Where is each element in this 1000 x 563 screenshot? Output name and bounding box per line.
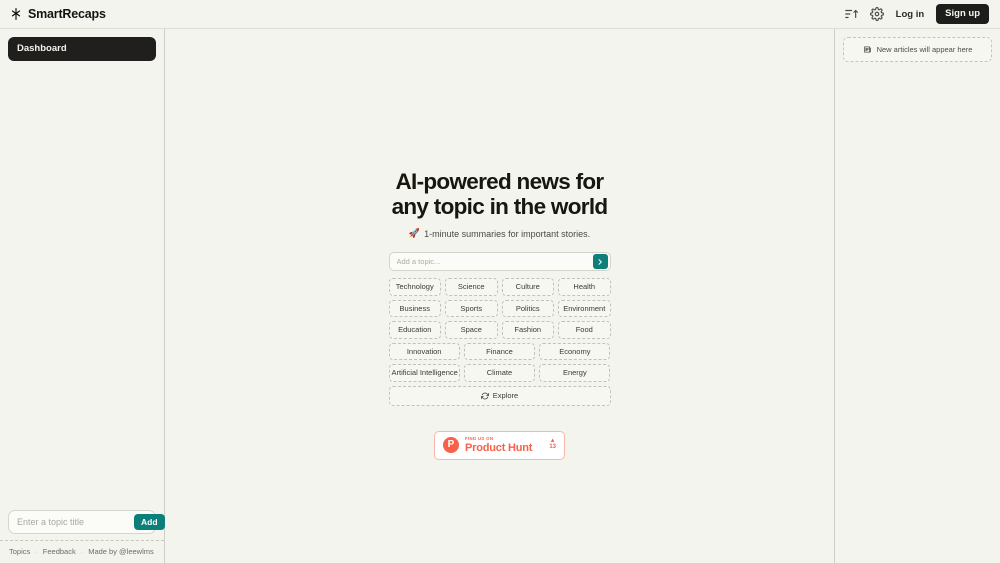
topic-chip[interactable]: Education: [388, 321, 441, 339]
chip-row: Technology Science Culture Health: [388, 278, 611, 296]
footer-link-topics[interactable]: Topics: [9, 547, 30, 556]
app-root: SmartRecaps Log in Sign up Dashboard Ent…: [0, 0, 1000, 563]
chevron-right-icon: [596, 258, 604, 266]
topic-search-field-group[interactable]: [388, 252, 611, 272]
footer-separator-2: ·: [80, 547, 84, 556]
app-body: Dashboard Add Topics · Feedback · Made b…: [0, 29, 1000, 563]
search-input[interactable]: [391, 257, 593, 267]
add-topic-button[interactable]: Add: [134, 513, 165, 531]
asterisk-icon: [9, 7, 23, 21]
hero-section: AI-powered news for any topic in the wor…: [389, 169, 611, 239]
page-subtitle-text: 1-minute summaries for important stories…: [424, 228, 591, 239]
brand[interactable]: SmartRecaps: [9, 7, 106, 21]
chip-row: Education Space Fashion Food: [388, 321, 611, 339]
topic-suggestions: Technology Science Culture Health Busine…: [388, 278, 611, 382]
app-header: SmartRecaps Log in Sign up: [0, 0, 1000, 29]
topic-chip[interactable]: Space: [445, 321, 498, 339]
sort-ascending-icon[interactable]: [844, 7, 858, 21]
gear-icon[interactable]: [869, 7, 884, 21]
chip-row: Innovation Finance Economy: [388, 342, 611, 361]
brand-name: SmartRecaps: [28, 7, 106, 21]
topic-chip[interactable]: Innovation: [388, 342, 460, 361]
product-hunt-name: Product Hunt: [465, 441, 533, 454]
product-hunt-logo-icon: P: [443, 437, 459, 454]
sidebar-add-topic-section: Add: [0, 510, 165, 540]
product-hunt-badge[interactable]: P FIND US ON Product Hunt ▲ 13: [434, 430, 565, 460]
topic-chip[interactable]: Energy: [539, 364, 611, 382]
topic-chip[interactable]: Food: [558, 321, 611, 339]
page-title-line-1: AI-powered news for: [395, 169, 605, 194]
explore-button-label: Explore: [492, 391, 519, 401]
topic-chip[interactable]: Science: [445, 278, 498, 296]
page-subtitle: 🚀 1-minute summaries for important stori…: [409, 228, 590, 239]
signup-button[interactable]: Sign up: [936, 4, 989, 24]
topic-chip[interactable]: Climate: [463, 364, 536, 382]
chip-row: Business Sports Politics Environment: [388, 299, 611, 318]
topic-chip[interactable]: Finance: [463, 342, 536, 361]
footer-link-feedback[interactable]: Feedback: [43, 547, 76, 556]
topic-chip[interactable]: Sports: [445, 299, 498, 318]
footer-separator: ·: [35, 547, 38, 556]
add-topic-field-group[interactable]: Add: [8, 510, 165, 534]
chip-row: Artificial Intelligence Climate Energy: [388, 364, 611, 382]
topic-chip[interactable]: Environment: [558, 299, 611, 318]
topic-chip[interactable]: Culture: [501, 278, 554, 296]
topic-chip[interactable]: Economy: [539, 342, 611, 361]
articles-empty-state-text: New articles will appear here: [876, 45, 973, 54]
product-hunt-vote-count: 13: [549, 444, 556, 451]
explore-button[interactable]: Explore: [388, 385, 611, 406]
sidebar: Dashboard Add Topics · Feedback · Made b…: [0, 29, 165, 563]
topic-chip[interactable]: Politics: [501, 299, 554, 318]
right-panel: New articles will appear here: [835, 29, 1000, 563]
refresh-icon: [480, 392, 489, 400]
product-hunt-votes: ▲ 13: [549, 438, 556, 452]
footer-credit: Made by @leewlms: [88, 547, 154, 556]
articles-empty-state: New articles will appear here: [843, 37, 992, 62]
page-title: AI-powered news for any topic in the wor…: [391, 169, 609, 220]
topic-chip[interactable]: Artificial Intelligence: [388, 364, 460, 382]
newspaper-icon: [863, 45, 872, 54]
sidebar-item-dashboard[interactable]: Dashboard: [8, 37, 156, 62]
search-submit-button[interactable]: [592, 254, 608, 270]
page-title-line-2: any topic in the world: [391, 194, 609, 220]
product-hunt-text: FIND US ON Product Hunt: [465, 436, 533, 454]
topic-title-input[interactable]: [12, 517, 134, 527]
topic-chip[interactable]: Fashion: [501, 321, 554, 339]
login-link[interactable]: Log in: [896, 9, 925, 20]
main-content: AI-powered news for any topic in the wor…: [165, 29, 835, 563]
topic-chip[interactable]: Technology: [388, 278, 441, 296]
header-actions: Log in Sign up: [844, 4, 989, 24]
sidebar-footer: Topics · Feedback · Made by @leewlms: [0, 540, 164, 563]
rocket-icon: 🚀: [408, 228, 421, 239]
topic-chip[interactable]: Business: [388, 299, 441, 318]
topic-chip[interactable]: Health: [558, 278, 611, 296]
sidebar-nav: Dashboard: [0, 29, 164, 510]
